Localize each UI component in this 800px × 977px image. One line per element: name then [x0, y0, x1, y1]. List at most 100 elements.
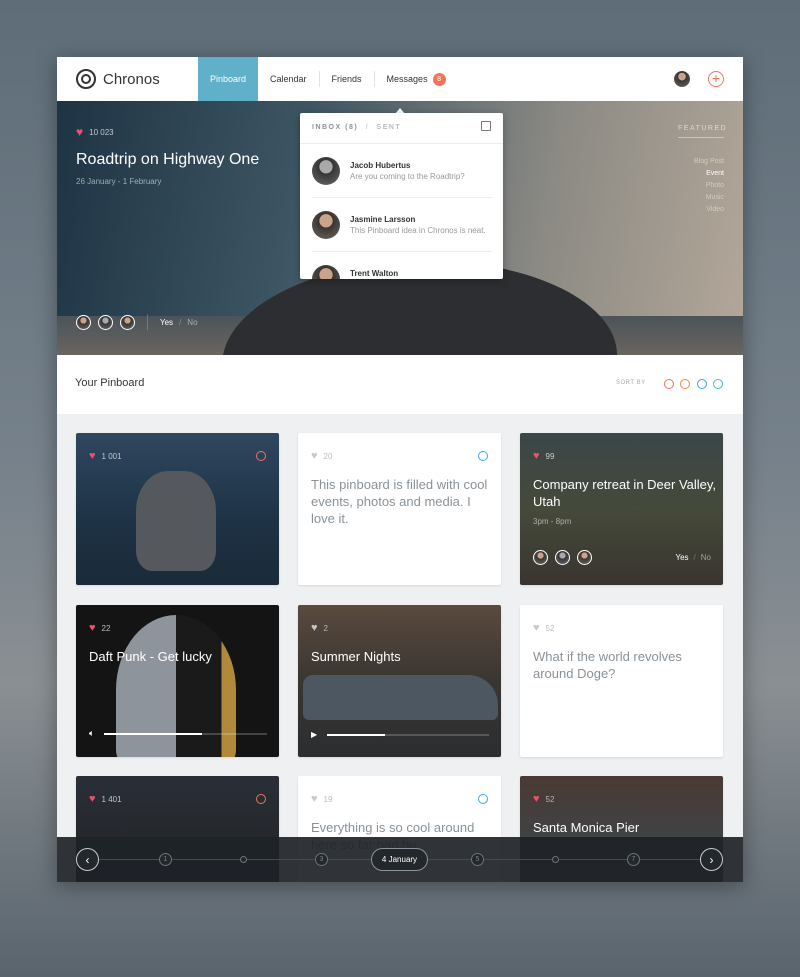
avatar[interactable] — [555, 550, 570, 565]
divider — [147, 314, 148, 330]
timeline-bar: ‹ 1 3 4 January 5 7 › — [57, 837, 743, 882]
sort-label: SORT BY — [616, 380, 646, 386]
like-button[interactable]: ♥ 20 — [311, 451, 332, 462]
car-image — [303, 675, 498, 720]
rsvp-yes-button[interactable]: Yes — [160, 318, 173, 327]
like-button[interactable]: ♥ 22 — [89, 623, 110, 634]
hero-likes[interactable]: ♥ 10 023 — [76, 125, 114, 139]
heart-icon: ♥ — [89, 622, 96, 634]
avatar[interactable] — [120, 314, 135, 330]
tab-calendar[interactable]: Calendar — [258, 57, 319, 101]
category-dot — [478, 451, 488, 461]
likes-count: 22 — [101, 624, 111, 633]
separator: / — [365, 124, 370, 131]
card-text[interactable]: ♥ 52 What if the world revolves around Do… — [520, 605, 723, 757]
message-item[interactable]: Trent Walton — [312, 252, 492, 279]
featured-photo[interactable]: Photo — [664, 182, 724, 189]
rsvp-yes-button[interactable]: Yes — [675, 553, 688, 562]
volume-icon[interactable]: 🔈︎ — [89, 728, 94, 739]
timeline-node[interactable] — [240, 856, 247, 863]
rsvp-no-button[interactable]: No — [701, 553, 711, 562]
attendees: Yes / No — [76, 314, 198, 330]
message-item[interactable]: Jasmine Larsson This Pinboard idea in Chr… — [312, 198, 492, 252]
featured-video[interactable]: Video — [664, 206, 724, 213]
card-event[interactable]: ♥ 99 Company retreat in Deer Valley, Utah… — [520, 433, 723, 585]
card-photo[interactable]: ♥ 1 001 — [76, 433, 279, 585]
tab-pinboard[interactable]: Pinboard — [198, 57, 258, 101]
timeline-node[interactable]: 3 — [315, 853, 328, 866]
pinboard-header: Your Pinboard SORT BY — [57, 355, 743, 414]
timeline-node[interactable]: 5 — [471, 853, 484, 866]
like-button[interactable]: ♥ 19 — [311, 794, 332, 805]
sort-option-amber[interactable] — [680, 379, 690, 389]
hero-title[interactable]: Roadtrip on Highway One — [76, 151, 259, 169]
featured-event[interactable]: Event — [664, 170, 724, 177]
featured-heading: FEATURED — [678, 125, 726, 138]
progress-slider[interactable] — [104, 732, 267, 735]
featured-blog-post[interactable]: Blog Post — [664, 158, 724, 165]
sort-option-teal[interactable] — [713, 379, 723, 389]
heart-icon: ♥ — [76, 125, 84, 139]
rsvp-no-button[interactable]: No — [187, 318, 197, 327]
category-dot — [256, 451, 266, 461]
heart-icon: ♥ — [311, 622, 318, 634]
inbox-tab[interactable]: INBOX (8) — [312, 124, 358, 131]
compose-icon[interactable] — [481, 121, 491, 131]
sort-option-orange[interactable] — [664, 379, 674, 389]
pinboard-title: Your Pinboard — [75, 377, 145, 389]
progress-fill — [104, 732, 202, 735]
binoculars-image — [136, 471, 216, 571]
progress-slider[interactable] — [327, 733, 489, 736]
timeline-node[interactable]: 1 — [159, 853, 172, 866]
likes-count: 20 — [323, 452, 333, 461]
card-title: Company retreat in Deer Valley, Utah — [533, 477, 717, 509]
logo[interactable]: Chronos — [76, 69, 198, 89]
tab-friends[interactable]: Friends — [320, 57, 374, 101]
featured-music[interactable]: Music — [664, 194, 724, 201]
category-dot — [256, 794, 266, 804]
likes-count: 1 401 — [101, 795, 122, 804]
like-button[interactable]: ♥ 52 — [533, 623, 554, 634]
message-preview: Are you coming to the Roadtrip? — [350, 171, 465, 181]
timeline-node[interactable]: 7 — [627, 853, 640, 866]
tab-messages[interactable]: Messages 8 — [375, 57, 458, 101]
card-text[interactable]: ♥ 20 This pinboard is filled with cool ev… — [298, 433, 501, 585]
play-icon[interactable]: ▶ — [311, 730, 317, 739]
avatar[interactable] — [533, 550, 548, 565]
heart-icon: ♥ — [533, 450, 540, 462]
avatar[interactable] — [98, 314, 113, 330]
card-title: Santa Monica Pier — [533, 820, 640, 835]
prev-button[interactable]: ‹ — [76, 848, 99, 871]
messages-badge: 8 — [432, 72, 446, 86]
rsvp-separator: / — [179, 317, 182, 327]
timeline-node[interactable] — [552, 856, 559, 863]
sort-option-blue[interactable] — [697, 379, 707, 389]
card-music[interactable]: ♥ 2 Summer Nights ▶ — [298, 605, 501, 757]
avatar[interactable] — [577, 550, 592, 565]
messages-header: INBOX (8) / SENT — [312, 124, 401, 131]
app-window: Chronos Pinboard Calendar Friends Messag… — [57, 57, 743, 882]
like-button[interactable]: ♥ 99 — [533, 451, 554, 462]
like-button[interactable]: ♥ 1 401 — [89, 794, 122, 805]
message-item[interactable]: Jacob Hubertus Are you coming to the Road… — [312, 144, 492, 198]
timeline-current-date[interactable]: 4 January — [371, 848, 428, 871]
sender-name: Trent Walton — [350, 269, 399, 278]
like-button[interactable]: ♥ 52 — [533, 794, 554, 805]
card-title: Daft Punk - Get lucky — [89, 649, 212, 664]
app-name: Chronos — [103, 70, 160, 88]
next-button[interactable]: › — [700, 848, 723, 871]
heart-icon: ♥ — [89, 450, 96, 462]
plus-circle-icon[interactable]: + — [708, 71, 724, 87]
card-title: Summer Nights — [311, 649, 401, 664]
card-text-body: What if the world revolves around Doge? — [533, 649, 682, 681]
like-button[interactable]: ♥ 2 — [311, 623, 328, 634]
sent-tab[interactable]: SENT — [377, 124, 402, 131]
event-time: 3pm - 8pm — [533, 517, 572, 526]
avatar[interactable] — [76, 314, 91, 330]
messages-label: Messages — [386, 74, 428, 84]
likes-count: 99 — [545, 452, 555, 461]
heart-icon: ♥ — [89, 793, 96, 805]
user-avatar[interactable] — [674, 71, 690, 87]
card-music[interactable]: ♥ 22 Daft Punk - Get lucky 🔈︎ — [76, 605, 279, 757]
like-button[interactable]: ♥ 1 001 — [89, 451, 122, 462]
